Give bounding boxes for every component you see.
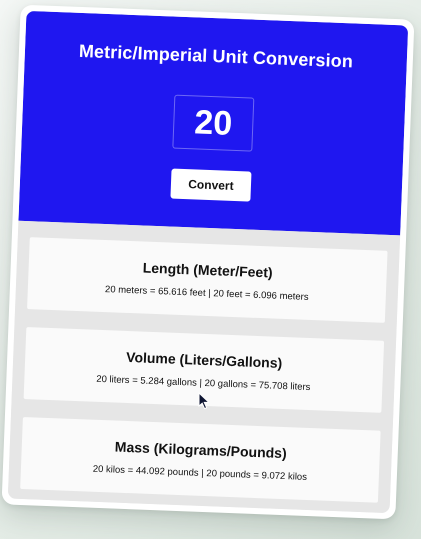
mouse-pointer-icon (198, 392, 210, 410)
result-title-mass: Mass (Kilograms/Pounds) (114, 438, 287, 462)
page-title: Metric/Imperial Unit Conversion (78, 40, 354, 72)
results-section: Length (Meter/Feet) 20 meters = 65.616 f… (7, 220, 401, 514)
convert-button[interactable]: Convert (170, 168, 252, 202)
result-text-length: 20 meters = 65.616 feet | 20 feet = 6.09… (104, 284, 309, 303)
screenshot-stage: Metric/Imperial Unit Conversion 20 Conve… (0, 0, 421, 539)
converter-panel: Metric/Imperial Unit Conversion 20 Conve… (7, 10, 409, 514)
result-title-volume: Volume (Liters/Gallons) (125, 348, 283, 371)
converter-header: Metric/Imperial Unit Conversion 20 Conve… (18, 10, 409, 236)
result-text-mass: 20 kilos = 44.092 pounds | 20 pounds = 9… (92, 463, 308, 483)
converter-card: Metric/Imperial Unit Conversion 20 Conve… (1, 4, 415, 520)
result-card-mass: Mass (Kilograms/Pounds) 20 kilos = 44.09… (20, 417, 381, 503)
result-title-length: Length (Meter/Feet) (142, 259, 273, 281)
conversion-value-input[interactable]: 20 (172, 94, 255, 152)
result-card-length: Length (Meter/Feet) 20 meters = 65.616 f… (27, 237, 388, 323)
